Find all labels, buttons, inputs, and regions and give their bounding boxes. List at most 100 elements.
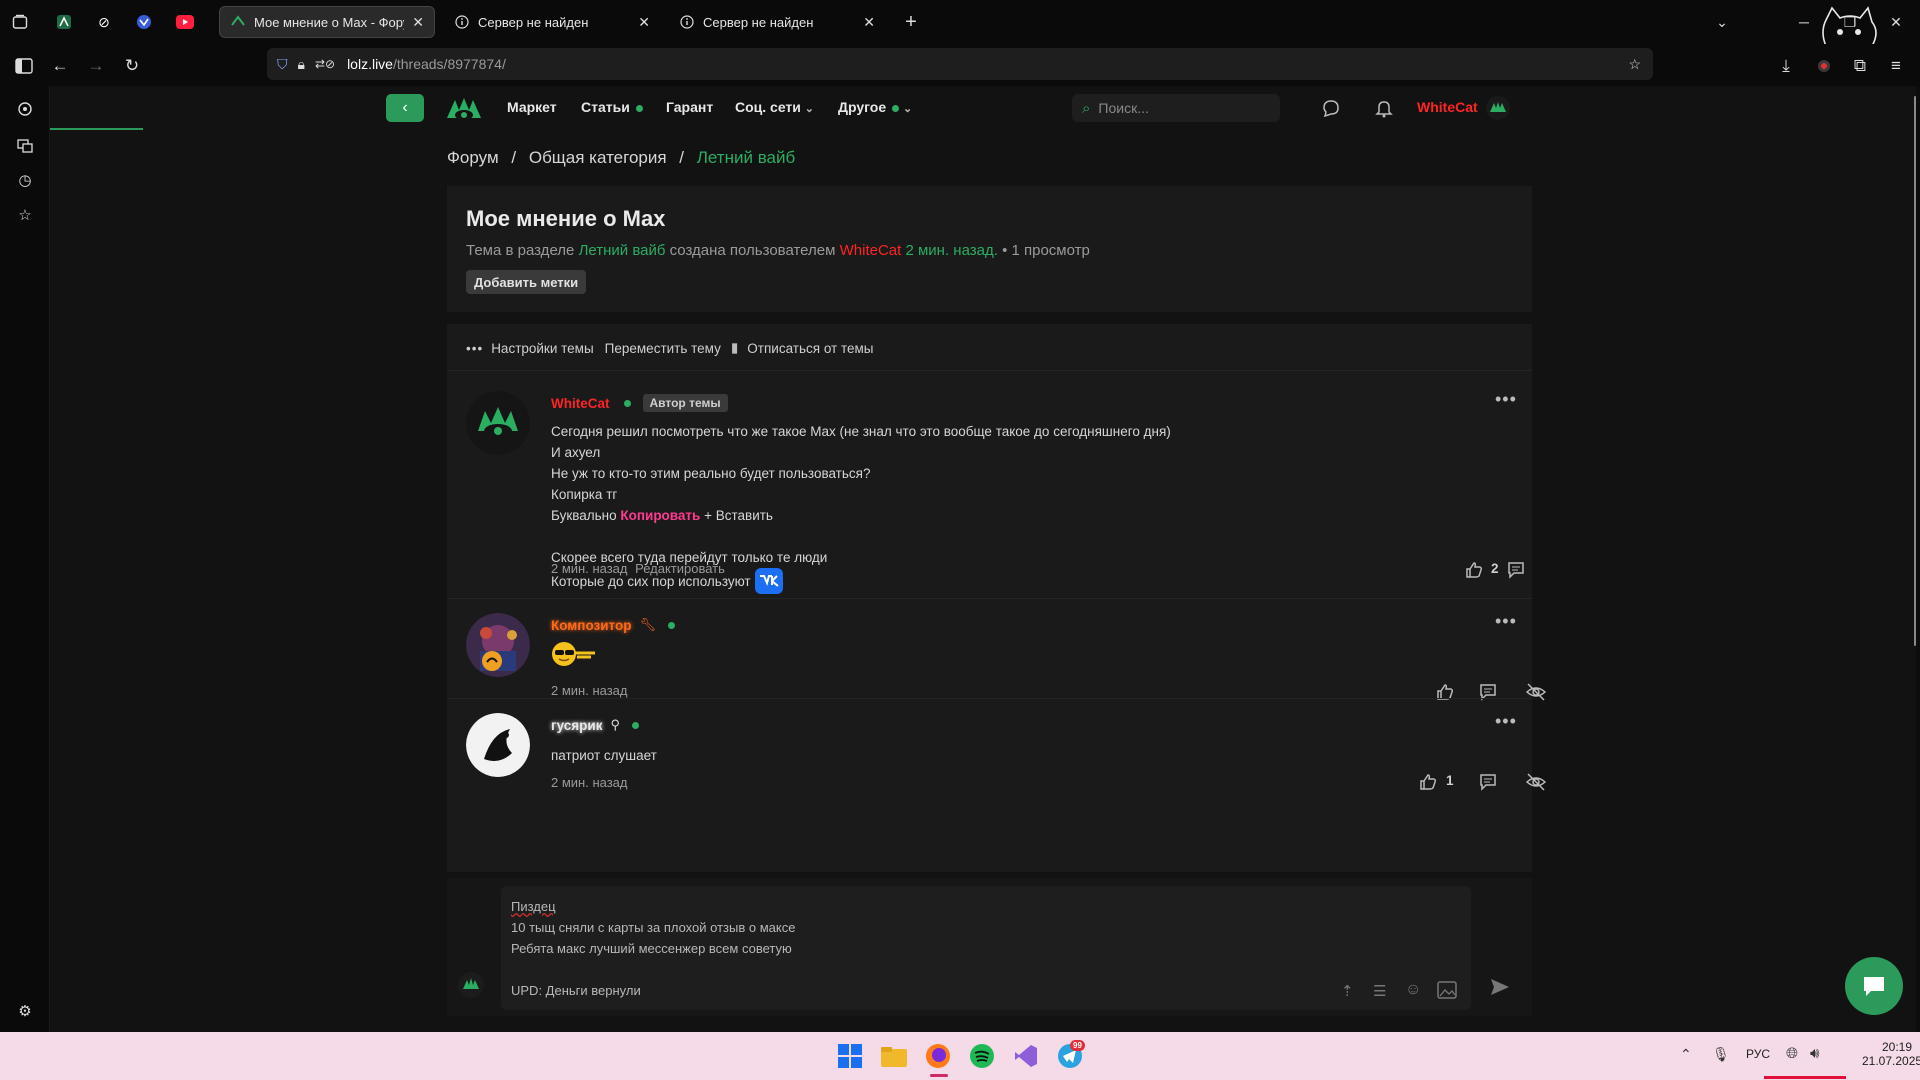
edit-button[interactable]: Редактировать xyxy=(635,561,725,576)
unsubscribe-button[interactable]: Отписаться от темы xyxy=(747,341,873,356)
reply-editor[interactable]: Пиздец 10 тыщ сняли с карты за плохой от… xyxy=(501,886,1471,1010)
post-menu-icon[interactable]: ••• xyxy=(1495,389,1517,410)
bookmark-star-icon[interactable]: ☆ xyxy=(1628,56,1641,73)
online-dot xyxy=(635,104,643,112)
avatar-gusyarik[interactable] xyxy=(466,713,530,777)
upload-icon[interactable]: ⇡ xyxy=(1341,982,1354,1000)
clock[interactable]: 20:19 21.07.2025 xyxy=(1862,1040,1920,1068)
breadcrumb-forum[interactable]: Форум xyxy=(447,148,499,167)
pinned-tab-youtube-icon[interactable] xyxy=(175,12,195,32)
close-tab-icon[interactable]: ✕ xyxy=(638,14,650,31)
hide-eye-icon[interactable] xyxy=(1525,771,1547,793)
chat-bubble-icon[interactable] xyxy=(1321,98,1341,118)
post-menu-icon[interactable]: ••• xyxy=(1495,611,1517,632)
back-icon[interactable]: ← xyxy=(48,54,72,78)
nav-other[interactable]: Другое ⌄ xyxy=(838,99,912,115)
nav-market[interactable]: Маркет xyxy=(507,99,557,115)
meta-section-link[interactable]: Летний вайб xyxy=(579,242,666,259)
post-author-name[interactable]: WhiteCat xyxy=(551,396,610,411)
tab-server-not-found-2[interactable]: Сервер не найден ✕ xyxy=(669,6,885,38)
post-text: патриот слушает xyxy=(551,748,657,763)
back-arrow-button[interactable]: ‹ xyxy=(386,94,424,122)
sidebar-settings-icon[interactable]: ⚙ xyxy=(14,1000,36,1022)
breadcrumb-category[interactable]: Общая категория xyxy=(529,148,667,167)
extensions-puzzle-icon[interactable]: ⧉ xyxy=(1848,54,1872,78)
nav-articles[interactable]: Статьи xyxy=(581,99,643,115)
pinned-tab-app-icon[interactable] xyxy=(134,12,154,32)
thread-settings-button[interactable]: Настройки темы xyxy=(491,341,593,356)
image-icon[interactable] xyxy=(1437,981,1457,1004)
visual-studio-icon[interactable] xyxy=(1012,1042,1040,1070)
post-kompozitor: Композитор 🔧︎ ••• 2 мин. назад xyxy=(447,598,1547,701)
firefox-icon[interactable] xyxy=(924,1042,952,1070)
reload-icon[interactable]: ↻ xyxy=(120,54,144,78)
tab-list-icon[interactable] xyxy=(10,12,30,32)
page-title: Мое мнение о Max xyxy=(466,206,666,231)
history-icon[interactable]: ◷ xyxy=(14,169,36,191)
post-line-copy-paste: Буквально Копировать + Вставить xyxy=(551,508,773,523)
close-tab-icon[interactable]: ✕ xyxy=(412,14,424,31)
downloads-icon[interactable]: ⤓ xyxy=(1774,54,1798,78)
thread-meta: Тема в разделе Летний вайб создана польз… xyxy=(466,242,1090,259)
emoji-icon[interactable]: ☺ xyxy=(1405,981,1421,999)
reply-text[interactable]: Пиздец 10 тыщ сняли с карты за плохой от… xyxy=(511,896,795,1001)
synced-tabs-icon[interactable] xyxy=(14,134,36,156)
page-load-progress xyxy=(50,128,143,130)
header-avatar[interactable] xyxy=(1486,96,1510,120)
tab-thread[interactable]: Мое мнение о Max - Форум с ✕ xyxy=(219,6,435,38)
list-all-tabs-icon[interactable]: ⌄ xyxy=(1712,12,1732,32)
forward-icon[interactable]: → xyxy=(84,54,108,78)
sidebar-toggle-icon[interactable] xyxy=(12,54,36,78)
breadcrumb-section[interactable]: Летний вайб xyxy=(697,148,795,167)
reply-icon[interactable] xyxy=(1505,559,1527,581)
pinned-tab-lolz[interactable] xyxy=(54,12,74,32)
permissions-icon[interactable]: ⇄⊘ xyxy=(315,57,335,71)
wrench-icon: 🔧︎ xyxy=(639,617,656,632)
shield-icon[interactable]: ⛉ xyxy=(277,56,288,73)
online-dot xyxy=(632,721,640,729)
post-author-name[interactable]: Композитор xyxy=(551,618,631,633)
chat-fab-button[interactable] xyxy=(1845,957,1903,1015)
file-explorer-icon[interactable] xyxy=(880,1042,908,1070)
new-tab-button[interactable]: + xyxy=(901,11,921,33)
header-username[interactable]: WhiteCat xyxy=(1417,99,1478,115)
page-scrollbar[interactable] xyxy=(1914,96,1916,646)
language-indicator[interactable]: РУС xyxy=(1746,1047,1770,1061)
windows-start-icon[interactable] xyxy=(836,1042,864,1070)
online-dot xyxy=(623,399,631,407)
info-icon xyxy=(679,14,695,30)
ai-chat-icon[interactable] xyxy=(14,98,36,120)
volume-icon[interactable]: 🔊︎ xyxy=(1810,1045,1819,1062)
lock-icon[interactable]: 🔒︎ xyxy=(298,56,305,73)
tab-server-not-found-1[interactable]: Сервер не найден ✕ xyxy=(444,6,660,38)
url-bar[interactable]: ⛉ 🔒︎ ⇄⊘ lolz.live/threads/8977874/ ☆ xyxy=(267,48,1653,80)
pinned-tab-link-icon[interactable]: ⊘ xyxy=(94,12,114,32)
spotify-icon[interactable] xyxy=(968,1042,996,1070)
send-icon[interactable] xyxy=(1489,976,1513,1000)
microphone-icon[interactable]: 🎙︎ xyxy=(1712,1046,1730,1063)
author-badge: Автор темы xyxy=(642,394,728,412)
menu-icon[interactable]: ≡ xyxy=(1884,54,1908,78)
like-icon[interactable] xyxy=(1417,771,1439,793)
add-tags-button[interactable]: Добавить метки xyxy=(466,270,587,294)
like-icon[interactable] xyxy=(1463,559,1485,581)
nav-guarantor[interactable]: Гарант xyxy=(666,99,713,115)
telegram-unread-badge: 99 xyxy=(1070,1040,1085,1051)
bookmarks-icon[interactable]: ☆ xyxy=(14,204,36,226)
tray-chevron-icon[interactable]: ⌃ xyxy=(1680,1046,1692,1063)
lolz-logo-icon[interactable] xyxy=(445,94,483,122)
avatar-whitecat[interactable] xyxy=(466,391,530,455)
meta-author-link[interactable]: WhiteCat xyxy=(840,242,902,259)
close-tab-icon[interactable]: ✕ xyxy=(863,14,875,31)
reply-icon[interactable] xyxy=(1477,771,1499,793)
chevron-down-icon: ⌄ xyxy=(804,103,815,115)
move-thread-button[interactable]: Переместить тему xyxy=(605,341,721,356)
network-icon[interactable]: 🌐︎ xyxy=(1786,1045,1798,1062)
nav-social[interactable]: Соц. сети ⌄ xyxy=(735,99,814,115)
post-author-name[interactable]: гусярик xyxy=(551,718,602,733)
post-menu-icon[interactable]: ••• xyxy=(1495,711,1517,732)
extension-icon[interactable] xyxy=(1812,54,1836,78)
list-icon[interactable]: ☰ xyxy=(1373,982,1386,1000)
bell-icon[interactable] xyxy=(1374,98,1394,118)
search-input[interactable]: ⌕ Поиск... xyxy=(1072,94,1280,122)
